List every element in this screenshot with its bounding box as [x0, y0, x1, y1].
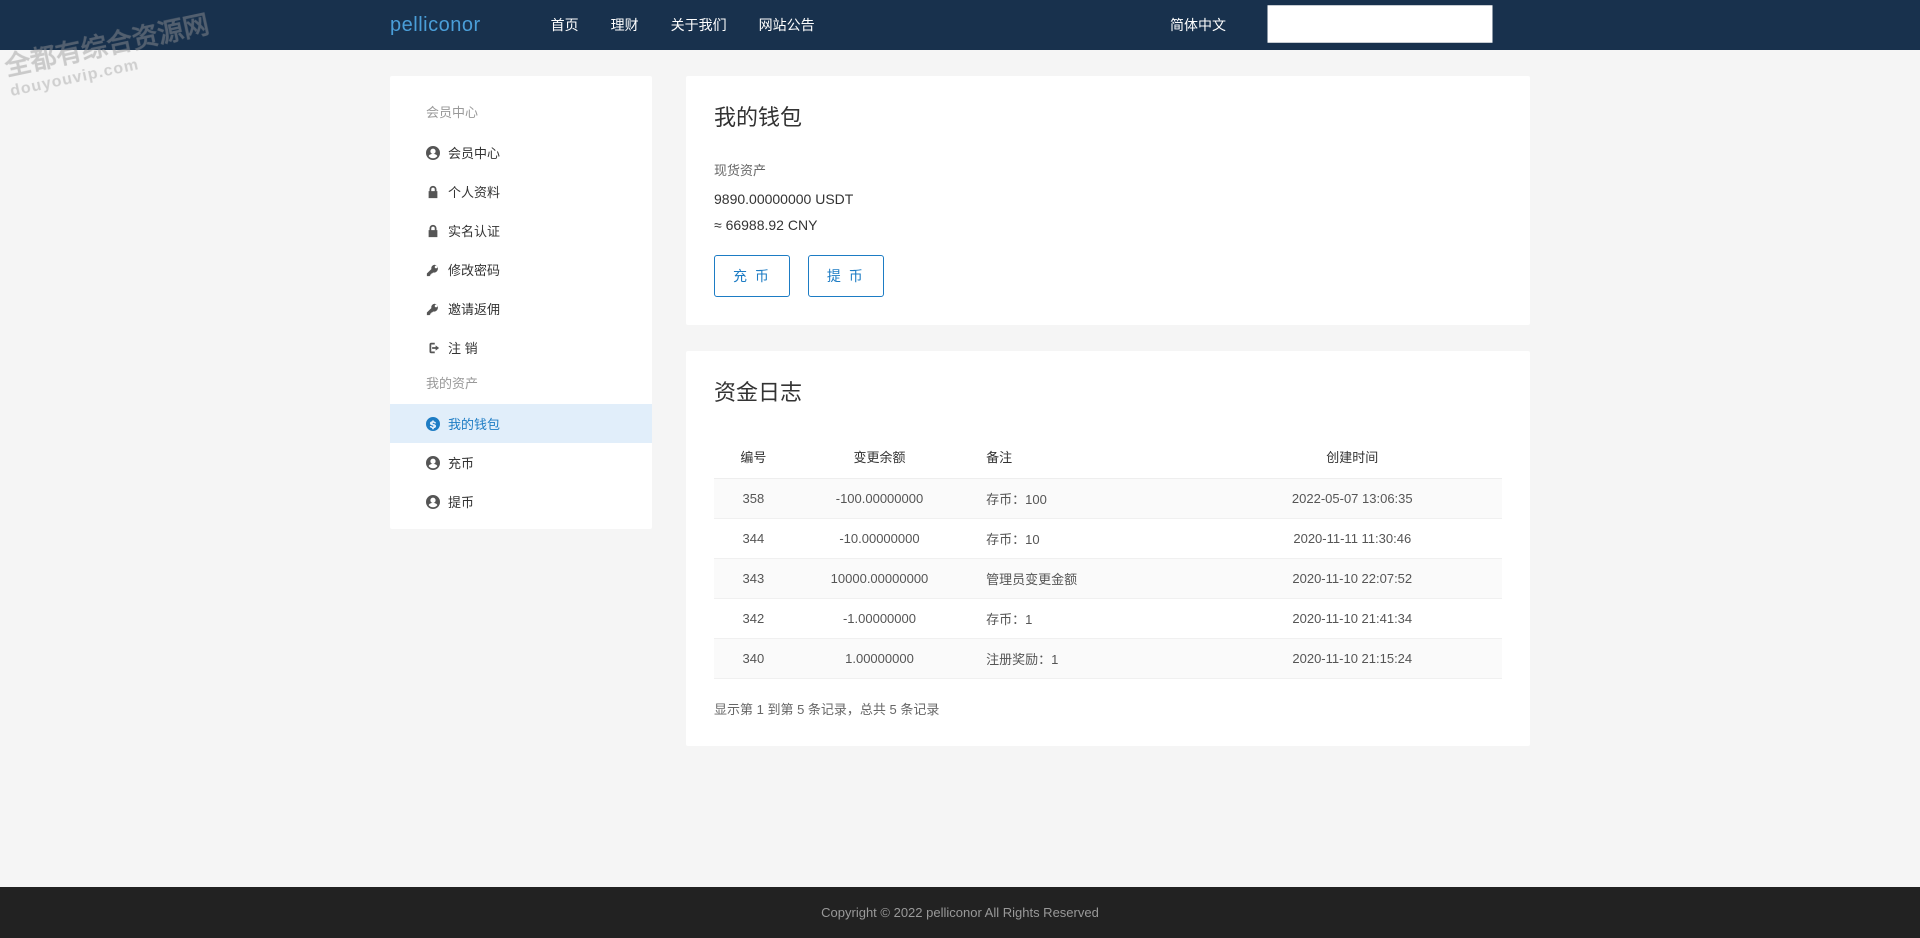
wallet-card: 我的钱包 现货资产 9890.00000000 USDT ≈ 66988.92 … [686, 76, 1530, 325]
sidebar-item-referral[interactable]: 邀请返佣 [390, 289, 652, 328]
col-header-time: 创建时间 [1203, 435, 1502, 479]
sidebar-item-member-center[interactable]: 会员中心 [390, 133, 652, 172]
sidebar-item-label: 我的钱包 [448, 414, 500, 433]
header-left: pelliconor 首页 理财 关于我们 网站公告 [390, 14, 815, 37]
cell-amount: -100.00000000 [793, 479, 966, 519]
sidebar-item-wallet[interactable]: 我的钱包 [390, 404, 652, 443]
log-title: 资金日志 [714, 375, 1502, 407]
sidebar-item-label: 修改密码 [448, 260, 500, 279]
table-row: 342-1.00000000存币：12020-11-10 21:41:34 [714, 599, 1502, 639]
cell-amount: 10000.00000000 [793, 559, 966, 599]
log-table: 编号 变更余额 备注 创建时间 358-100.00000000存币：10020… [714, 435, 1502, 679]
sidebar-item-label: 个人资料 [448, 182, 500, 201]
sidebar-item-label: 实名认证 [448, 221, 500, 240]
cell-note: 存币：10 [966, 519, 1202, 559]
wallet-icon [426, 417, 440, 431]
withdraw-button[interactable]: 提 币 [808, 255, 884, 297]
cell-amount: 1.00000000 [793, 639, 966, 679]
cell-note: 存币：100 [966, 479, 1202, 519]
cell-note: 存币：1 [966, 599, 1202, 639]
sidebar-item-label: 充币 [448, 453, 474, 472]
cell-amount: -1.00000000 [793, 599, 966, 639]
cell-time: 2022-05-07 13:06:35 [1203, 479, 1502, 519]
lock-icon [426, 185, 440, 199]
footer: Copyright © 2022 pelliconor All Rights R… [0, 887, 1920, 938]
sidebar-item-label: 会员中心 [448, 143, 500, 162]
sidebar-item-label: 提币 [448, 492, 474, 511]
cell-id: 358 [714, 479, 793, 519]
table-header-row: 编号 变更余额 备注 创建时间 [714, 435, 1502, 479]
key-icon [426, 263, 440, 277]
signout-icon [426, 341, 440, 355]
cell-amount: -10.00000000 [793, 519, 966, 559]
wallet-title: 我的钱包 [714, 100, 1502, 132]
main-content: 我的钱包 现货资产 9890.00000000 USDT ≈ 66988.92 … [686, 76, 1530, 746]
cell-time: 2020-11-10 21:15:24 [1203, 639, 1502, 679]
user-circle-icon [426, 146, 440, 160]
sidebar-item-withdraw[interactable]: 提币 [390, 482, 652, 521]
cell-note: 管理员变更金额 [966, 559, 1202, 599]
asset-cny: ≈ 66988.92 CNY [714, 217, 1502, 233]
col-header-note: 备注 [966, 435, 1202, 479]
nav-home[interactable]: 首页 [551, 15, 579, 35]
table-row: 34310000.00000000管理员变更金额2020-11-10 22:07… [714, 559, 1502, 599]
sidebar-item-verify[interactable]: 实名认证 [390, 211, 652, 250]
sidebar-item-label: 注 销 [448, 338, 478, 357]
user-circle-icon [426, 456, 440, 470]
table-row: 358-100.00000000存币：1002022-05-07 13:06:3… [714, 479, 1502, 519]
table-row: 3401.00000000注册奖励：12020-11-10 21:15:24 [714, 639, 1502, 679]
sidebar-item-profile[interactable]: 个人资料 [390, 172, 652, 211]
sidebar-section-member: 会员中心 [390, 96, 652, 133]
key-icon [426, 302, 440, 316]
lock-icon [426, 224, 440, 238]
asset-label: 现货资产 [714, 160, 1502, 179]
nav-announcement[interactable]: 网站公告 [759, 15, 815, 35]
wallet-buttons: 充 币 提 币 [714, 255, 1502, 297]
cell-time: 2020-11-11 11:30:46 [1203, 519, 1502, 559]
cell-id: 340 [714, 639, 793, 679]
sidebar-item-label: 邀请返佣 [448, 299, 500, 318]
col-header-amount: 变更余额 [793, 435, 966, 479]
main-container: 会员中心 会员中心 个人资料 实名认证 修改密码 邀请返佣 注 销 我的资产 [390, 50, 1530, 786]
deposit-button[interactable]: 充 币 [714, 255, 790, 297]
sidebar-item-deposit[interactable]: 充币 [390, 443, 652, 482]
asset-value: 9890.00000000 USDT [714, 191, 1502, 207]
log-card: 资金日志 编号 变更余额 备注 创建时间 358-100.00000000存币：… [686, 351, 1530, 746]
logo[interactable]: pelliconor [390, 14, 481, 37]
sidebar-item-logout[interactable]: 注 销 [390, 328, 652, 367]
col-header-id: 编号 [714, 435, 793, 479]
cell-note: 注册奖励：1 [966, 639, 1202, 679]
user-circle-icon [426, 495, 440, 509]
language-label: 简体中文 [1170, 15, 1226, 35]
cell-time: 2020-11-10 21:41:34 [1203, 599, 1502, 639]
cell-time: 2020-11-10 22:07:52 [1203, 559, 1502, 599]
pagination-info: 显示第 1 到第 5 条记录，总共 5 条记录 [714, 699, 1502, 718]
table-row: 344-10.00000000存币：102020-11-11 11:30:46 [714, 519, 1502, 559]
sidebar-item-password[interactable]: 修改密码 [390, 250, 652, 289]
top-header: pelliconor 首页 理财 关于我们 网站公告 简体中文 [0, 0, 1920, 50]
cell-id: 344 [714, 519, 793, 559]
cell-id: 343 [714, 559, 793, 599]
sidebar: 会员中心 会员中心 个人资料 实名认证 修改密码 邀请返佣 注 销 我的资产 [390, 76, 652, 529]
nav-finance[interactable]: 理财 [611, 15, 639, 35]
cell-id: 342 [714, 599, 793, 639]
sidebar-section-assets: 我的资产 [390, 367, 652, 404]
nav-about[interactable]: 关于我们 [671, 15, 727, 35]
main-nav: 首页 理财 关于我们 网站公告 [551, 15, 815, 35]
